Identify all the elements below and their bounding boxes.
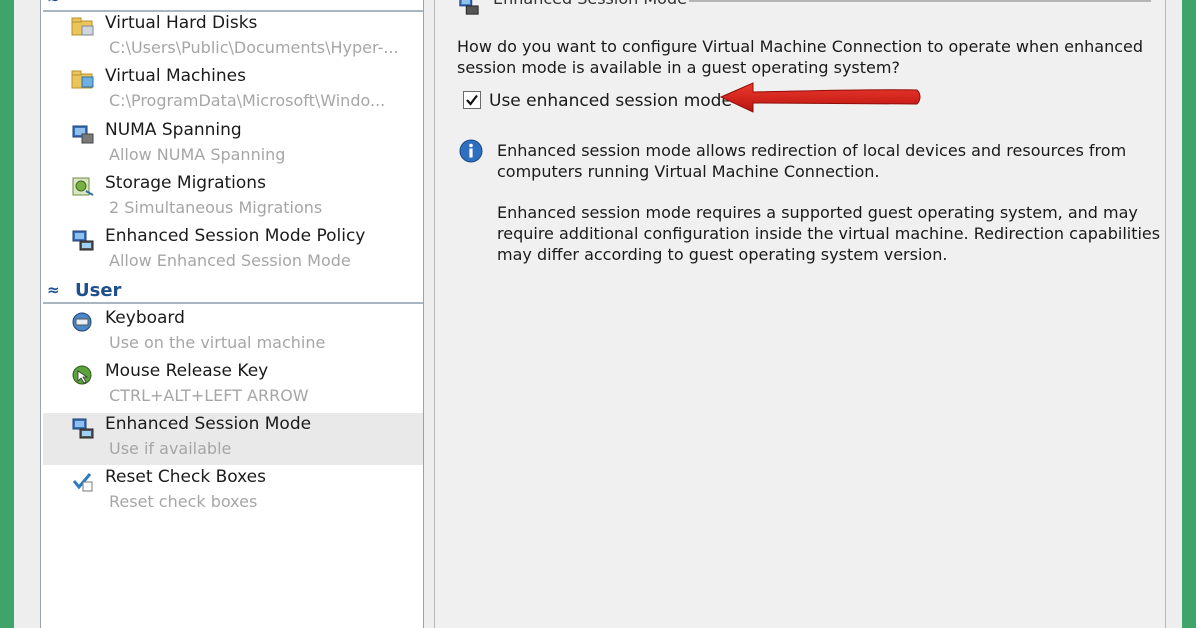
enhanced-session-icon [72, 418, 94, 439]
enhanced-session-checkbox[interactable] [463, 91, 481, 109]
info-line: may differ according to guest operating … [497, 245, 948, 264]
nav-item-label: Virtual Machines [105, 66, 246, 86]
folder-vm-icon [71, 70, 94, 89]
nav-item-label: Enhanced Session Mode Policy [105, 226, 366, 246]
nav-item-label: Reset Check Boxes [105, 467, 266, 487]
info-line: Enhanced session mode allows redirection… [497, 141, 1127, 160]
nav-item-value: Reset check boxes [109, 492, 258, 511]
settings-window: ≈ Virtual Hard Disks C:\Users\Public\Doc… [14, 0, 1182, 628]
server-section-header[interactable]: ≈ [41, 0, 423, 12]
info-line: Enhanced session mode requires a support… [497, 203, 1138, 222]
info-icon [459, 139, 483, 163]
info-paragraph-1: Enhanced session mode allows redirection… [497, 140, 1126, 182]
nav-item-label: Mouse Release Key [105, 361, 269, 381]
collapse-chevron-icon[interactable]: ≈ [47, 0, 60, 7]
nav-item-value: C:\Users\Public\Documents\Hyper-... [109, 38, 399, 57]
group-title: Enhanced Session Mode [493, 0, 687, 8]
info-line: computers running Virtual Machine Connec… [497, 162, 880, 181]
nav-item-value: Allow Enhanced Session Mode [109, 251, 351, 270]
enhanced-session-icon [459, 0, 479, 15]
nav-item-label: Storage Migrations [105, 173, 266, 193]
nav-item-keyboard[interactable]: Keyboard Use on the virtual machine [43, 307, 423, 359]
user-section-header[interactable]: ≈ User [41, 280, 423, 304]
nav-item-enhanced-session-mode[interactable]: Enhanced Session Mode Use if available [43, 413, 423, 465]
settings-navigation-pane[interactable]: ≈ Virtual Hard Disks C:\Users\Public\Doc… [40, 0, 424, 628]
keyboard-icon [72, 312, 92, 332]
question-line: How do you want to configure Virtual Mac… [457, 37, 1144, 56]
folder-disk-icon [71, 17, 94, 36]
checkmark-icon [466, 94, 478, 106]
nav-item-label: Keyboard [105, 308, 185, 328]
nav-item-numa-spanning[interactable]: NUMA Spanning Allow NUMA Spanning [43, 119, 423, 171]
section-title: User [75, 280, 122, 301]
storage-migration-icon [72, 177, 94, 196]
nav-item-value: C:\ProgramData\Microsoft\Windo... [109, 91, 386, 110]
question-line: session mode is available in a guest ope… [457, 58, 900, 77]
enhanced-session-checkbox-label[interactable]: Use enhanced session mode [489, 91, 732, 111]
section-divider [43, 302, 423, 304]
nav-item-enhanced-session-mode-policy[interactable]: Enhanced Session Mode Policy Allow Enhan… [43, 225, 423, 277]
session-policy-icon [72, 230, 94, 251]
nav-item-reset-check-boxes[interactable]: Reset Check Boxes Reset check boxes [43, 466, 423, 518]
question-text: How do you want to configure Virtual Mac… [457, 36, 1143, 78]
nav-item-value: Use if available [109, 439, 232, 458]
info-paragraph-2: Enhanced session mode requires a support… [497, 202, 1160, 265]
nav-item-label: Enhanced Session Mode [105, 414, 312, 434]
nav-item-value: CTRL+ALT+LEFT ARROW [109, 386, 309, 405]
nav-item-mouse-release-key[interactable]: Mouse Release Key CTRL+ALT+LEFT ARROW [43, 360, 423, 412]
nav-item-value: 2 Simultaneous Migrations [109, 198, 323, 217]
nav-item-label: NUMA Spanning [105, 120, 242, 140]
nav-item-value: Allow NUMA Spanning [109, 145, 286, 164]
collapse-chevron-icon[interactable]: ≈ [47, 281, 60, 299]
nav-item-virtual-machines[interactable]: Virtual Machines C:\ProgramData\Microsof… [43, 65, 423, 117]
info-line: require additional configuration inside … [497, 224, 1161, 243]
mouse-release-icon [72, 365, 92, 385]
group-divider [689, 0, 1151, 2]
nav-item-storage-migrations[interactable]: Storage Migrations 2 Simultaneous Migrat… [43, 172, 423, 224]
numa-icon [72, 125, 94, 144]
reset-checkbox-icon [72, 473, 93, 492]
annotation-arrow [719, 82, 921, 113]
nav-item-value: Use on the virtual machine [109, 333, 326, 352]
nav-item-virtual-hard-disks[interactable]: Virtual Hard Disks C:\Users\Public\Docum… [43, 12, 423, 64]
nav-item-label: Virtual Hard Disks [105, 13, 258, 33]
settings-detail-pane: Enhanced Session Mode How do you want to… [434, 0, 1166, 628]
